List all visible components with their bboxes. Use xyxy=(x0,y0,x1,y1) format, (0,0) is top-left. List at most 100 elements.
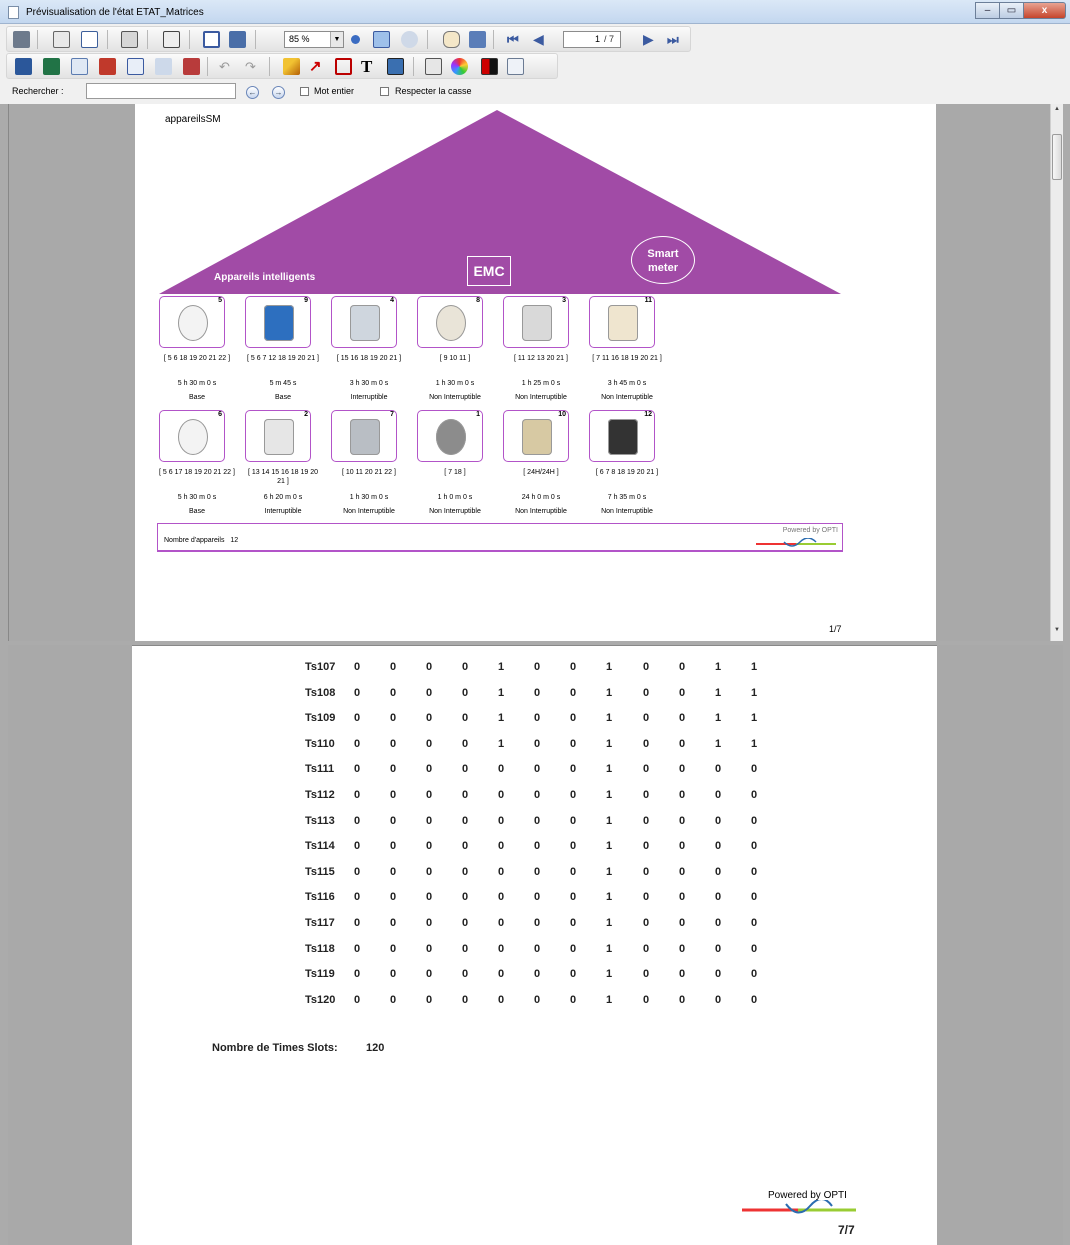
layers-icon[interactable] xyxy=(425,58,442,75)
matrix-cell: 0 xyxy=(678,891,686,904)
excel-export-icon[interactable] xyxy=(43,58,60,75)
hand-tool-icon[interactable] xyxy=(443,31,460,48)
zoom-in-icon[interactable] xyxy=(351,35,360,44)
text-tool-icon[interactable]: T xyxy=(361,58,378,75)
print-icon[interactable] xyxy=(13,31,30,48)
time-slot-label: Ts108 xyxy=(305,686,336,699)
image-tool-icon[interactable] xyxy=(387,58,404,75)
matrix-cell: 0 xyxy=(569,968,577,981)
whole-word-label: Mot entier xyxy=(314,86,355,96)
minimize-button[interactable]: – xyxy=(975,2,1000,19)
text-select-icon[interactable] xyxy=(469,31,486,48)
water-pump-icon xyxy=(264,305,294,341)
color-picker-icon[interactable] xyxy=(451,58,468,75)
arrow-tool-icon[interactable]: ↗ xyxy=(309,58,326,75)
zoom-select[interactable]: 85 % ▼ xyxy=(284,31,344,48)
emc-box: EMC xyxy=(467,256,511,286)
matrix-cell: 0 xyxy=(497,968,505,981)
next-page-icon[interactable]: ▶ xyxy=(643,31,660,48)
device-number: 5 xyxy=(218,297,222,304)
previous-page-icon[interactable]: ◀ xyxy=(533,31,550,48)
matrix-cell: 0 xyxy=(569,763,577,776)
undo-icon[interactable]: ↶ xyxy=(219,58,236,75)
matrix-cell: 0 xyxy=(569,865,577,878)
matrix-cell: 0 xyxy=(389,968,397,981)
device-card: 7 [ 10 11 20 21 22 ] 1 h 30 m 0 s Non Inter… xyxy=(331,410,415,515)
device-time-slots: [ 7 18 ] xyxy=(444,469,466,476)
device-time-slots: [ 5 6 18 19 20 21 22 ] xyxy=(163,355,231,362)
device-count-label: Nombre d'appareils xyxy=(164,537,225,544)
powered-by-label: Powered by OPTI xyxy=(782,527,838,534)
report-viewer-page1[interactable]: appareilsSM Appareils intelligents EMC S… xyxy=(8,104,1063,641)
email-icon[interactable] xyxy=(155,58,172,75)
matrix-cell: 0 xyxy=(497,865,505,878)
export-icon[interactable] xyxy=(121,31,138,48)
matrix-cell: 0 xyxy=(461,686,469,699)
scroll-down-icon[interactable]: ▼ xyxy=(1052,627,1062,639)
rectangle-tool-icon[interactable] xyxy=(335,58,352,75)
zoom-page-icon[interactable] xyxy=(163,31,180,48)
matrix-cell: 0 xyxy=(714,891,722,904)
matrix-cell: 0 xyxy=(389,993,397,1006)
last-page-icon[interactable]: ⏭ xyxy=(667,31,684,48)
full-screen-icon[interactable] xyxy=(229,31,246,48)
fill-color-icon[interactable] xyxy=(481,58,498,75)
matrix-cell: 0 xyxy=(353,993,361,1006)
magnifier-icon[interactable] xyxy=(401,31,418,48)
device-type: Non Interruptible xyxy=(601,394,653,401)
word-export-icon[interactable] xyxy=(15,58,32,75)
redo-icon[interactable]: ↷ xyxy=(245,58,262,75)
matrix-cell: 0 xyxy=(533,942,541,955)
single-page-icon[interactable] xyxy=(203,31,220,48)
match-case-checkbox[interactable] xyxy=(380,87,389,96)
matrix-cell: 0 xyxy=(678,737,686,750)
device-card: 12 [ 6 7 8 18 19 20 21 ] 7 h 35 m 0 s Non I… xyxy=(589,410,673,515)
search-previous-button[interactable]: ← xyxy=(246,86,259,99)
zoom-fit-icon[interactable] xyxy=(373,31,390,48)
scrollbar-thumb[interactable] xyxy=(1052,134,1062,180)
scroll-up-icon[interactable]: ▲ xyxy=(1052,106,1062,118)
matrix-cell: 0 xyxy=(425,968,433,981)
device-card: 6 [ 5 6 17 18 19 20 21 22 ] 5 h 30 m 0 s Ba… xyxy=(159,410,243,515)
time-slot-label: Ts117 xyxy=(305,916,335,929)
matrix-cell: 0 xyxy=(389,891,397,904)
matrix-cell: 0 xyxy=(533,865,541,878)
properties-icon[interactable] xyxy=(507,58,524,75)
search-label: Rechercher : xyxy=(12,86,64,96)
search-input[interactable] xyxy=(86,83,236,99)
close-button[interactable]: x xyxy=(1023,2,1066,19)
report-viewer-page7[interactable]: Ts107 0 0 0 0 1 0 0 1 0 0 1 1 Ts108 0 0 0 0 1 0 0 1 0 0 1 1 Ts109 0… xyxy=(8,645,1063,1245)
page-total: / 7 xyxy=(604,34,615,44)
xml-export-icon[interactable] xyxy=(127,58,144,75)
pdf-export-icon[interactable] xyxy=(99,58,116,75)
matrix-cell: 1 xyxy=(605,840,613,853)
maximize-button[interactable]: ▭ xyxy=(999,2,1024,19)
matrix-cell: 0 xyxy=(569,891,577,904)
search-next-button[interactable]: → xyxy=(272,86,285,99)
edit-icon[interactable] xyxy=(53,31,70,48)
chevron-down-icon[interactable]: ▼ xyxy=(330,32,343,47)
page-setup-icon[interactable] xyxy=(81,31,98,48)
vertical-scrollbar[interactable]: ▲ ▼ xyxy=(1050,104,1063,641)
separator xyxy=(37,30,38,49)
matrix-cell: 0 xyxy=(353,788,361,801)
matrix-cell: 1 xyxy=(605,993,613,1006)
device-image-frame: 5 xyxy=(159,296,225,348)
device-image-frame: 11 xyxy=(589,296,655,348)
html-export-icon[interactable] xyxy=(71,58,88,75)
matrix-cell: 0 xyxy=(497,942,505,955)
first-page-icon[interactable]: ⏮ xyxy=(507,31,524,48)
page-number-input[interactable]: 1 / 7 xyxy=(563,31,621,48)
email-pdf-icon[interactable] xyxy=(183,58,200,75)
device-image-frame: 9 xyxy=(245,296,311,348)
matrix-cell: 0 xyxy=(750,865,758,878)
time-slot-label: Ts116 xyxy=(305,891,335,904)
matrix-cell: 1 xyxy=(714,661,722,673)
pencil-icon[interactable] xyxy=(283,58,300,75)
window-title: Prévisualisation de l'état ETAT_Matrices xyxy=(26,7,204,18)
matrix-cell: 0 xyxy=(425,891,433,904)
device-card: 9 [ 5 6 7 12 18 19 20 21 ] 5 m 45 s Base xyxy=(245,296,329,401)
whole-word-checkbox[interactable] xyxy=(300,87,309,96)
device-number: 10 xyxy=(558,411,566,418)
matrix-cell: 0 xyxy=(678,686,686,699)
